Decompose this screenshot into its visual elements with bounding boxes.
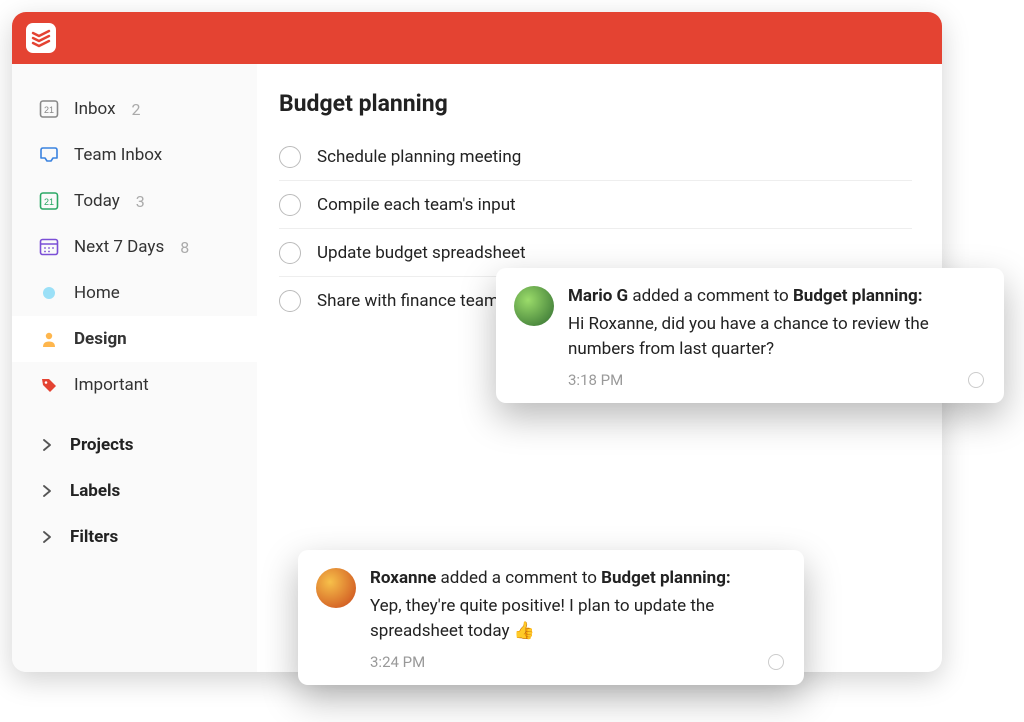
sidebar-item-inbox[interactable]: 21 Inbox 2 xyxy=(12,86,257,132)
person-icon xyxy=(38,328,60,350)
tag-icon xyxy=(38,374,60,396)
notification-message: Yep, they're quite positive! I plan to u… xyxy=(370,594,784,643)
chevron-right-icon xyxy=(36,434,58,456)
sidebar-item-label: Inbox xyxy=(74,99,116,119)
notification-time: 3:18 PM xyxy=(568,371,623,389)
sidebar-section-label: Labels xyxy=(70,481,120,501)
svg-text:21: 21 xyxy=(44,197,54,207)
sidebar-item-today[interactable]: 21 Today 3 xyxy=(12,178,257,224)
inbox-icon: 21 xyxy=(38,98,60,120)
project-dot-icon xyxy=(38,282,60,304)
task-row[interactable]: Schedule planning meeting xyxy=(279,133,912,181)
calendar-icon xyxy=(38,236,60,258)
notification-body: Roxanne added a comment to Budget planni… xyxy=(370,568,784,671)
notification-footer: 3:24 PM xyxy=(370,653,784,671)
task-label: Update budget spreadsheet xyxy=(317,243,526,263)
sidebar-section-label: Projects xyxy=(70,435,133,455)
app-logo-icon xyxy=(26,23,56,53)
sidebar-item-label: Next 7 Days xyxy=(74,237,164,257)
chevron-right-icon xyxy=(36,480,58,502)
sidebar-item-label: Team Inbox xyxy=(74,145,162,165)
sidebar-item-count: 2 xyxy=(132,100,141,119)
top-bar xyxy=(12,12,942,64)
task-label: Compile each team's input xyxy=(317,195,516,215)
sidebar-item-important[interactable]: Important xyxy=(12,362,257,408)
sidebar: 21 Inbox 2 Team Inbox 21 Today 3 xyxy=(12,64,257,672)
today-icon: 21 xyxy=(38,190,60,212)
team-inbox-icon xyxy=(38,144,60,166)
notification-card[interactable]: Mario G added a comment to Budget planni… xyxy=(496,268,1004,403)
notification-status-circle[interactable] xyxy=(968,372,984,388)
task-label: Schedule planning meeting xyxy=(317,147,521,167)
sidebar-item-label: Today xyxy=(74,191,120,211)
notification-middle-text: added a comment to xyxy=(436,568,601,588)
task-checkbox[interactable] xyxy=(279,290,301,312)
notification-footer: 3:18 PM xyxy=(568,371,984,389)
sidebar-section-labels[interactable]: Labels xyxy=(12,468,257,514)
svg-text:21: 21 xyxy=(44,105,54,115)
notification-message: Hi Roxanne, did you have a chance to rev… xyxy=(568,312,984,361)
notification-status-circle[interactable] xyxy=(768,654,784,670)
notification-title: Roxanne added a comment to Budget planni… xyxy=(370,568,784,588)
sidebar-item-next-7-days[interactable]: Next 7 Days 8 xyxy=(12,224,257,270)
notification-card[interactable]: Roxanne added a comment to Budget planni… xyxy=(298,550,804,685)
task-label: Share with finance team xyxy=(317,291,499,311)
chevron-right-icon xyxy=(36,526,58,548)
sidebar-item-count: 8 xyxy=(180,238,189,257)
sidebar-section-filters[interactable]: Filters xyxy=(12,514,257,560)
task-checkbox[interactable] xyxy=(279,242,301,264)
sidebar-section-label: Filters xyxy=(70,527,118,547)
notification-project: Budget planning: xyxy=(601,568,731,588)
notification-body: Mario G added a comment to Budget planni… xyxy=(568,286,984,389)
notification-project: Budget planning: xyxy=(793,286,923,306)
sidebar-item-label: Design xyxy=(74,329,127,349)
sidebar-section-projects[interactable]: Projects xyxy=(12,422,257,468)
notification-author: Roxanne xyxy=(370,568,436,588)
avatar xyxy=(514,286,554,326)
notification-middle-text: added a comment to xyxy=(628,286,793,306)
notification-author: Mario G xyxy=(568,286,628,306)
sidebar-item-design[interactable]: Design xyxy=(12,316,257,362)
notification-time: 3:24 PM xyxy=(370,653,425,671)
task-checkbox[interactable] xyxy=(279,194,301,216)
page-title: Budget planning xyxy=(279,90,912,117)
notification-title: Mario G added a comment to Budget planni… xyxy=(568,286,984,306)
task-checkbox[interactable] xyxy=(279,146,301,168)
sidebar-item-count: 3 xyxy=(136,192,145,211)
sidebar-item-label: Home xyxy=(74,283,120,303)
task-row[interactable]: Compile each team's input xyxy=(279,181,912,229)
avatar xyxy=(316,568,356,608)
sidebar-item-team-inbox[interactable]: Team Inbox xyxy=(12,132,257,178)
sidebar-item-home[interactable]: Home xyxy=(12,270,257,316)
sidebar-item-label: Important xyxy=(74,375,149,395)
